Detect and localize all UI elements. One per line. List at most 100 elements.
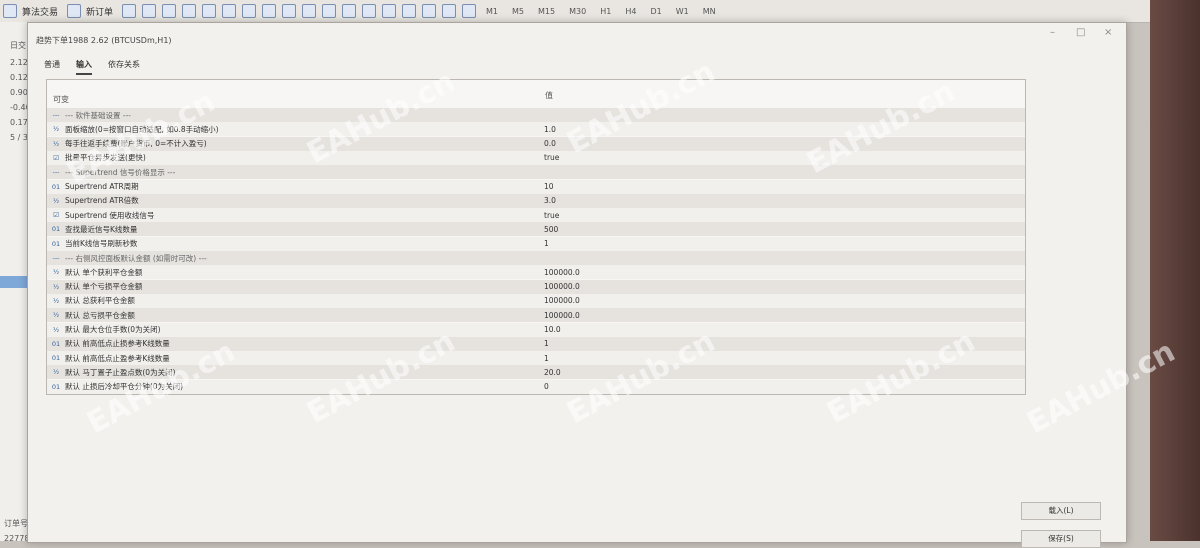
close-icon[interactable]: × <box>1104 27 1112 38</box>
zoom-in-icon[interactable] <box>182 4 197 18</box>
fibonacci-icon[interactable] <box>422 4 437 18</box>
param-value[interactable]: 1 <box>544 339 549 348</box>
param-name: Supertrend 使用收线信号 <box>65 210 155 220</box>
param-row[interactable]: 01 当前K线信号刷新秒数 1 <box>47 236 1025 251</box>
param-value[interactable]: 100000.0 <box>544 311 580 320</box>
param-name: 批量平仓异步发送(更快) <box>65 153 146 163</box>
double-type-icon: ½ <box>52 325 60 334</box>
param-row[interactable]: ☑ 批量平仓异步发送(更快) true <box>47 150 1025 165</box>
text-icon[interactable] <box>442 4 457 18</box>
shapes-icon[interactable] <box>462 4 477 18</box>
vertical-line-icon[interactable] <box>342 4 357 18</box>
timeframe-mn[interactable]: MN <box>703 7 716 16</box>
param-value[interactable]: 10.0 <box>544 325 561 334</box>
param-row[interactable]: --- --- Supertrend 信号价格显示 --- <box>47 165 1025 180</box>
double-type-icon: ½ <box>52 282 60 291</box>
param-value[interactable]: 20.0 <box>544 368 561 377</box>
double-type-icon: ½ <box>52 125 60 134</box>
param-name: 默认 单个获利平仓金额 <box>65 267 143 277</box>
param-row[interactable]: 01 查找最近信号K线数量 500 <box>47 222 1025 237</box>
new-order-icon <box>67 4 82 18</box>
param-row[interactable]: --- --- 右侧风控面板默认金额 (如需时可改) --- <box>47 251 1025 265</box>
minimize-icon[interactable]: – <box>1050 27 1055 38</box>
timeframe-m1[interactable]: M1 <box>486 7 498 16</box>
timeframe-m15[interactable]: M15 <box>538 7 555 16</box>
param-value[interactable]: 10 <box>544 182 554 191</box>
param-row[interactable]: ½ 默认 单个获利平仓金额 100000.0 <box>47 265 1025 280</box>
panel-header: 日交 <box>10 41 26 50</box>
save-button[interactable]: 保存(S) <box>1021 530 1101 548</box>
param-row[interactable]: ½ 每手往返手续费(账户货币, 0=不计入盈亏) 0.0 <box>47 136 1025 151</box>
algo-trading-button[interactable]: 算法交易 <box>0 4 58 18</box>
param-row[interactable]: 01 Supertrend ATR周期 10 <box>47 179 1025 194</box>
timeframe-d1[interactable]: D1 <box>650 7 661 16</box>
new-order-button[interactable]: 新订单 <box>64 4 113 18</box>
param-row[interactable]: ½ 默认 总亏损平仓金额 100000.0 <box>47 308 1025 323</box>
integer-type-icon: 01 <box>51 382 61 391</box>
panel-value: 0.12 <box>10 73 28 82</box>
order-header: 订单号 <box>4 519 28 528</box>
grid-header: 可变 值 <box>47 80 1025 109</box>
load-button[interactable]: 载入(L) <box>1021 502 1101 520</box>
dialog-tabs: 普通 输入 依存关系 <box>44 59 156 75</box>
timeframe-m30[interactable]: M30 <box>569 7 586 16</box>
cursor-icon[interactable] <box>302 4 317 18</box>
autoscroll-icon[interactable] <box>242 4 257 18</box>
horizontal-line-icon[interactable] <box>362 4 377 18</box>
param-row[interactable]: ½ Supertrend ATR倍数 3.0 <box>47 193 1025 208</box>
param-value[interactable]: 0 <box>544 382 549 391</box>
shift-icon[interactable] <box>262 4 277 18</box>
tab-inputs[interactable]: 输入 <box>76 59 92 75</box>
zoom-out-icon[interactable] <box>202 4 217 18</box>
timeframe-m5[interactable]: M5 <box>512 7 524 16</box>
param-name: 默认 前高低点止盈参考K线数量 <box>65 353 170 363</box>
param-value[interactable]: 100000.0 <box>544 296 580 305</box>
param-value[interactable]: true <box>544 153 559 162</box>
grid-icon[interactable] <box>222 4 237 18</box>
param-value[interactable]: 1 <box>544 354 549 363</box>
tab-common[interactable]: 普通 <box>44 59 60 75</box>
param-value[interactable]: 500 <box>544 225 558 234</box>
param-row[interactable]: ☑ Supertrend 使用收线信号 true <box>47 208 1025 223</box>
integer-type-icon: 01 <box>51 239 61 248</box>
param-name: 查找最近信号K线数量 <box>65 224 138 234</box>
timeframe-h4[interactable]: H4 <box>625 7 636 16</box>
param-value[interactable]: 100000.0 <box>544 282 580 291</box>
chart-bar-icon[interactable] <box>122 4 137 18</box>
param-row[interactable]: 01 默认 前高低点止损参考K线数量 1 <box>47 336 1025 351</box>
tab-dependencies[interactable]: 依存关系 <box>108 59 140 75</box>
column-value[interactable]: 值 <box>545 90 553 101</box>
trendline-icon[interactable] <box>382 4 397 18</box>
param-value[interactable]: 1.0 <box>544 125 556 134</box>
param-name: 默认 总亏损平仓金额 <box>65 310 135 320</box>
param-value[interactable]: 100000.0 <box>544 268 580 277</box>
panel-value: 2.12 <box>10 58 28 67</box>
param-name: 面板缩放(0=按窗口自动适配, 如0.8手动缩小) <box>65 124 219 134</box>
channel-icon[interactable] <box>402 4 417 18</box>
param-name: 当前K线信号刷新秒数 <box>65 239 138 249</box>
param-value[interactable]: 1 <box>544 239 549 248</box>
param-row[interactable]: ½ 默认 单个亏损平仓金额 100000.0 <box>47 279 1025 294</box>
timeframe-h1[interactable]: H1 <box>600 7 611 16</box>
param-row[interactable]: ½ 默认 总获利平仓金额 100000.0 <box>47 293 1025 308</box>
candlestick-icon[interactable] <box>142 4 157 18</box>
param-row[interactable]: ½ 默认 马丁置子止盈点数(0为关闭) 20.0 <box>47 365 1025 380</box>
double-type-icon: ½ <box>52 368 60 377</box>
crosshair-icon[interactable] <box>322 4 337 18</box>
param-row[interactable]: 01 默认 前高低点止盈参考K线数量 1 <box>47 351 1025 366</box>
column-variable[interactable]: 可变 <box>53 94 69 105</box>
line-chart-icon[interactable] <box>162 4 177 18</box>
param-value[interactable]: 3.0 <box>544 196 556 205</box>
timeframe-w1[interactable]: W1 <box>676 7 689 16</box>
integer-type-icon: 01 <box>51 354 61 363</box>
param-value[interactable]: 0.0 <box>544 139 556 148</box>
param-value[interactable]: true <box>544 211 559 220</box>
param-row[interactable]: 01 默认 止损后冷却平仓分钟(0为关闭) 0 <box>47 379 1025 394</box>
param-row[interactable]: --- --- 软件基础设置 --- <box>47 108 1025 122</box>
double-type-icon: ½ <box>52 139 60 148</box>
indicator-icon[interactable] <box>282 4 297 18</box>
param-row[interactable]: ½ 面板缩放(0=按窗口自动适配, 如0.8手动缩小) 1.0 <box>47 122 1025 137</box>
param-row[interactable]: ½ 默认 最大仓位手数(0为关闭) 10.0 <box>47 322 1025 337</box>
maximize-icon[interactable]: □ <box>1076 27 1085 38</box>
param-name: --- 软件基础设置 --- <box>65 110 132 120</box>
